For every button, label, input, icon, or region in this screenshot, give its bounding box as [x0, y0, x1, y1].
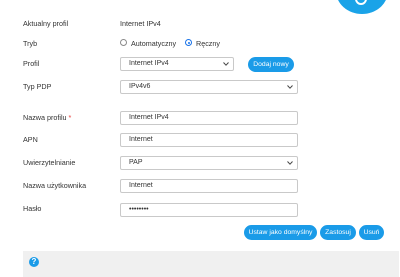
- username-input[interactable]: Internet: [120, 179, 298, 193]
- mode-manual-radio[interactable]: [185, 39, 192, 46]
- password-label: Hasło: [23, 204, 42, 213]
- apn-input[interactable]: Internet: [120, 133, 298, 147]
- profile-select[interactable]: Internet IPv4: [120, 57, 234, 71]
- delete-button[interactable]: Usuń: [359, 225, 384, 240]
- username-label: Nazwa użytkownika: [23, 181, 87, 190]
- required-mark: *: [68, 113, 72, 122]
- add-new-button[interactable]: Dodaj nowy: [248, 57, 294, 72]
- help-icon[interactable]: ?: [29, 257, 39, 267]
- mode-manual-label[interactable]: Ręczny: [196, 39, 220, 48]
- help-bar: ?: [23, 251, 399, 277]
- chevron-down-icon: [287, 85, 293, 89]
- current-profile-label: Aktualny profil: [23, 19, 69, 28]
- pdp-type-select[interactable]: IPv4v6: [120, 80, 298, 94]
- gear-icon: [355, 0, 367, 5]
- pdp-type-label: Typ PDP: [23, 82, 52, 91]
- profile-name-input[interactable]: Internet IPv4: [120, 111, 298, 125]
- password-input[interactable]: ••••••••: [120, 203, 298, 217]
- profile-select-value: Internet IPv4: [129, 60, 169, 67]
- set-default-button[interactable]: Ustaw jako domyślny: [244, 225, 317, 240]
- apply-button[interactable]: Zastosuj: [320, 225, 356, 240]
- settings-badge: [336, 0, 388, 14]
- mode-automatic-label[interactable]: Automatyczny: [131, 39, 176, 48]
- auth-select-value: PAP: [129, 159, 143, 166]
- auth-label: Uwierzytelnianie: [23, 158, 76, 167]
- chevron-down-icon: [223, 62, 229, 66]
- apn-label: APN: [23, 135, 38, 144]
- profile-name-label-text: Nazwa profilu: [23, 113, 67, 122]
- chevron-down-icon: [287, 161, 293, 165]
- current-profile-value: Internet IPv4: [120, 19, 161, 28]
- mode-automatic-radio[interactable]: [120, 39, 127, 46]
- mode-label: Tryb: [23, 39, 38, 48]
- profile-label: Profil: [23, 59, 40, 68]
- pdp-type-value: IPv4v6: [129, 83, 151, 90]
- auth-select[interactable]: PAP: [120, 156, 298, 170]
- profile-name-label: Nazwa profilu *: [23, 113, 71, 122]
